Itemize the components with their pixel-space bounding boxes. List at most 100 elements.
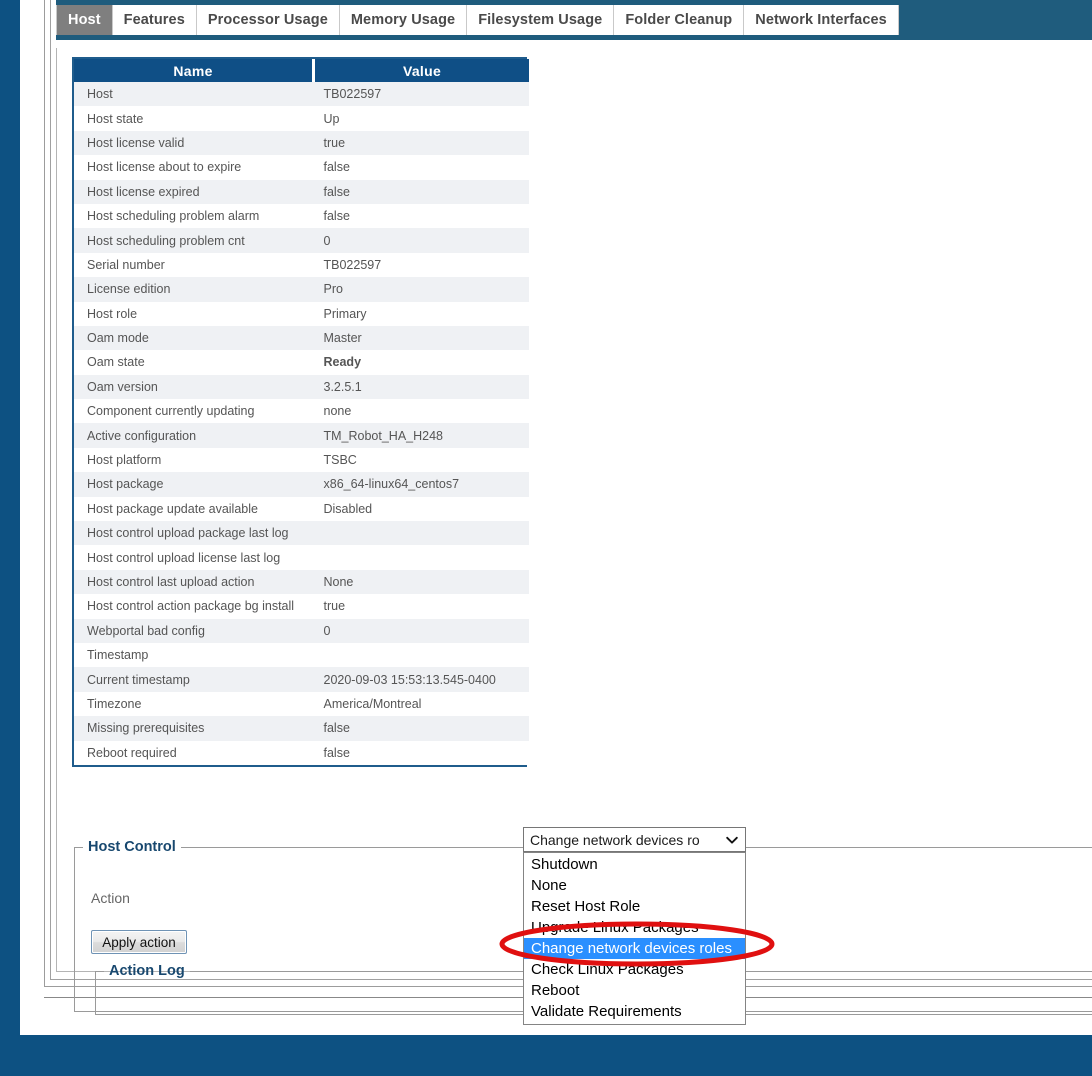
table-cell-name: Host package [74, 472, 314, 497]
table-row: Active configuration TM_Robot_HA_H248 [74, 423, 529, 448]
table-row: Host platform TSBC [74, 447, 529, 473]
table-cell-value: false [313, 740, 529, 765]
action-select-value: Change network devices ro [530, 831, 700, 848]
action-option[interactable]: Upgrade Linux Packages [524, 917, 745, 938]
table-row: Component currently updating none [74, 399, 529, 424]
tab-processor-usage[interactable]: Processor Usage [196, 5, 340, 35]
table-row: Host package x86_64-linux64_centos7 [74, 472, 529, 497]
column-header-value: Value [313, 59, 529, 82]
table-row: Host role Primary [74, 301, 529, 326]
tab-list: Host Features Processor Usage Memory Usage F… [56, 5, 899, 35]
table-row: Webportal bad config 0 [74, 618, 529, 643]
table-cell-value: false [313, 179, 529, 204]
table-header-row: Name Value [74, 59, 529, 82]
table-cell-value: Pro [313, 277, 529, 302]
table-cell-value: TM_Robot_HA_H248 [313, 423, 529, 448]
action-label: Action [91, 890, 130, 906]
table-cell-value: false [313, 203, 529, 229]
table-cell-name: Host platform [74, 447, 314, 473]
table-cell-value: 2020-09-03 15:53:13.545-0400 [313, 667, 529, 692]
table-cell-value: x86_64-linux64_centos7 [313, 472, 529, 497]
table-cell-value: Ready [313, 350, 529, 375]
table-cell-value: None [313, 569, 529, 595]
table-row: Host TB022597 [74, 82, 529, 107]
table-row: Host scheduling problem alarm false [74, 203, 529, 229]
table-cell-name: Host [74, 82, 314, 107]
table-cell-name: Host control action package bg install [74, 594, 314, 619]
column-header-name: Name [74, 59, 315, 82]
table-cell-name: License edition [74, 277, 314, 302]
table-cell-name: Component currently updating [74, 399, 314, 424]
tab-host[interactable]: Host [56, 5, 113, 35]
table-cell-value: 0 [313, 228, 529, 253]
table-cell-name: Webportal bad config [74, 618, 314, 643]
table-cell-name: Reboot required [74, 740, 314, 765]
table-cell-name: Active configuration [74, 423, 314, 448]
table-row: Reboot required false [74, 740, 529, 765]
table-cell-value [313, 642, 529, 668]
table-cell-name: Missing prerequisites [74, 716, 314, 741]
table-cell-name: Serial number [74, 252, 314, 278]
table-cell-value: false [313, 155, 529, 180]
table-cell-value: 0 [313, 618, 529, 643]
tab-filesystem-usage[interactable]: Filesystem Usage [467, 5, 615, 35]
action-option[interactable]: Check Linux Packages [524, 959, 745, 980]
table-cell-value: 3.2.5.1 [313, 374, 529, 400]
table-cell-value: America/Montreal [313, 691, 529, 717]
page-frame: Host Features Processor Usage Memory Usage F… [0, 0, 1092, 1076]
table-row: Serial number TB022597 [74, 252, 529, 278]
action-select-options[interactable]: Shutdown None Reset Host Role Upgrade Linux… [523, 852, 746, 1025]
table-row: Current timestamp 2020-09-03 15:53:13.545… [74, 667, 529, 692]
table-cell-name: Host license expired [74, 179, 314, 204]
table-cell-value: Primary [313, 301, 529, 326]
action-option[interactable]: Reboot [524, 980, 745, 1001]
table-cell-name: Oam mode [74, 325, 314, 351]
table-cell-value [313, 545, 529, 570]
table-row: Host control action package bg install tr… [74, 594, 529, 619]
table-row: Missing prerequisites false [74, 716, 529, 741]
table-cell-name: Host package update available [74, 496, 314, 522]
tab-features[interactable]: Features [112, 5, 197, 35]
action-option[interactable]: None [524, 875, 745, 896]
table-row: Host control upload package last log [74, 521, 529, 546]
table-cell-value: none [313, 399, 529, 424]
action-option[interactable]: Change network devices roles [524, 938, 745, 959]
table-cell-name: Host control last upload action [74, 569, 314, 595]
table-row: Host state Up [74, 106, 529, 131]
table-cell-value: TSBC [313, 447, 529, 473]
table-cell-name: Host scheduling problem alarm [74, 203, 314, 229]
table-cell-value: Master [313, 325, 529, 351]
table-row: Timestamp [74, 642, 529, 668]
table-cell-value: TB022597 [313, 252, 529, 278]
tab-bar: Host Features Processor Usage Memory Usage F… [56, 0, 1092, 40]
action-option[interactable]: Validate Requirements [524, 1001, 745, 1022]
action-select[interactable]: Change network devices ro [523, 827, 746, 852]
table-cell-name: Timestamp [74, 642, 314, 668]
table-cell-value: Disabled [313, 496, 529, 522]
action-option[interactable]: Shutdown [524, 854, 745, 875]
tab-network-interfaces[interactable]: Network Interfaces [744, 5, 899, 35]
apply-action-button[interactable]: Apply action [91, 930, 187, 954]
table-cell-name: Timezone [74, 691, 314, 717]
table-cell-name: Host control upload package last log [74, 521, 314, 546]
table-row: License edition Pro [74, 277, 529, 302]
tab-memory-usage[interactable]: Memory Usage [339, 5, 468, 35]
table-cell-name: Oam version [74, 374, 314, 400]
host-info-table: Name Value Host TB022597 Host state Up Host … [72, 57, 529, 767]
table-row: Host license expired false [74, 179, 529, 204]
table-cell-value: Up [313, 106, 529, 131]
table-body: Host TB022597 Host state Up Host license val… [74, 82, 529, 765]
table-row: Host control upload license last log [74, 545, 529, 570]
page-body: Host Features Processor Usage Memory Usage F… [20, 0, 1092, 1035]
table-row: Timezone America/Montreal [74, 691, 529, 717]
table-cell-value: false [313, 716, 529, 741]
host-control-legend: Host Control [88, 839, 176, 855]
table-cell-name: Host role [74, 301, 314, 326]
action-option[interactable]: Reset Host Role [524, 896, 745, 917]
tab-folder-cleanup[interactable]: Folder Cleanup [614, 5, 745, 35]
table-cell-name: Host state [74, 106, 314, 131]
chevron-down-icon [726, 836, 738, 844]
host-info-table-element: Name Value Host TB022597 Host state Up Host … [74, 59, 529, 765]
table-row: Oam version 3.2.5.1 [74, 374, 529, 400]
table-row: Oam state Ready [74, 350, 529, 375]
